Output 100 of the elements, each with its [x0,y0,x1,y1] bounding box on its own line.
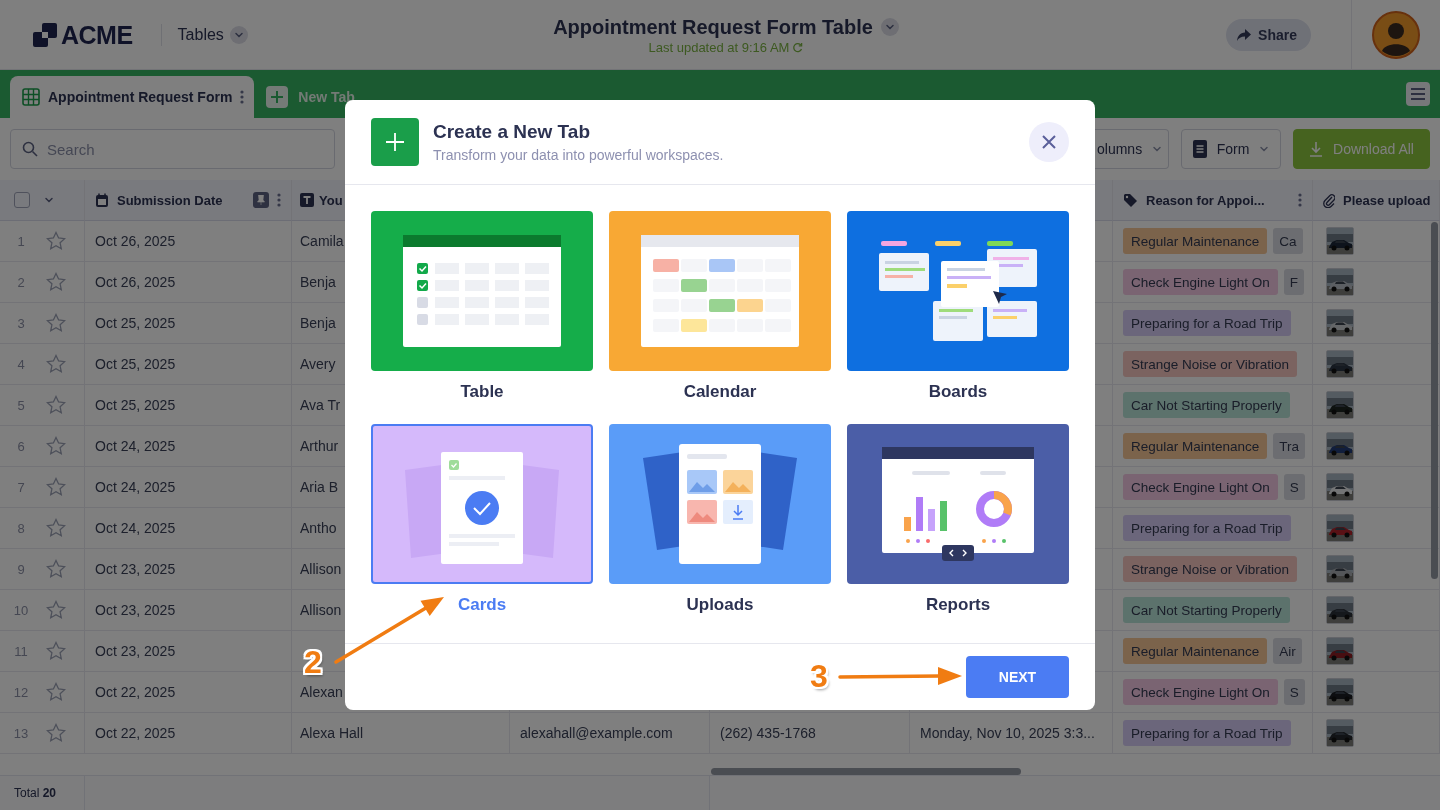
star-icon[interactable] [46,682,66,702]
share-icon [1236,28,1253,42]
section-dropdown[interactable]: Tables [177,26,248,44]
reason-tag: Check Engine Light On [1123,269,1278,295]
reason-tag: F [1283,269,1305,295]
photo-thumbnail[interactable] [1326,555,1354,583]
photo-thumbnail[interactable] [1326,432,1354,460]
calendar-icon [95,192,109,208]
photo-thumbnail[interactable] [1326,350,1354,378]
view-option-card[interactable] [371,211,593,371]
select-all-checkbox[interactable] [14,192,30,208]
last-updated: Last updated at 9:16 AM [648,39,790,55]
reason-tag: Check Engine Light On [1123,679,1278,705]
star-icon[interactable] [46,395,66,415]
photo-thumbnail[interactable] [1326,309,1354,337]
chevron-down-icon [1152,144,1163,154]
view-option-card[interactable] [847,424,1069,584]
photo-thumbnail[interactable] [1326,473,1354,501]
reason-tag: Regular Maintenance [1123,433,1268,459]
menu-icon [1411,88,1425,100]
table-cell: Oct 23, 2025 [85,590,292,631]
reason-tag: Tra [1273,433,1306,459]
table-cell: Oct 25, 2025 [85,303,292,344]
plus-icon [266,86,289,108]
column-header: Submission Date [117,192,223,208]
row-number: 8 [16,520,26,536]
photo-thumbnail[interactable] [1326,637,1354,665]
table-cell: (262) 435-1768 [710,713,910,754]
legend-dots [982,539,1006,543]
star-icon[interactable] [46,231,66,251]
scrollbar[interactable] [1431,222,1438,579]
star-icon[interactable] [46,477,66,497]
star-icon[interactable] [46,436,66,456]
photo-thumbnail[interactable] [1326,514,1354,542]
pin-icon[interactable] [253,192,269,208]
reason-tag: Car Not Starting Properly [1123,392,1290,418]
row-number: 11 [13,643,29,659]
row-number: 12 [12,684,30,700]
search-field[interactable]: Search [10,129,335,169]
star-icon[interactable] [46,600,66,620]
chevron-down-icon [233,30,244,40]
star-icon[interactable] [46,641,66,661]
download-icon [1309,141,1324,157]
star-icon[interactable] [46,723,66,743]
table-cell: Oct 24, 2025 [85,467,292,508]
photo-thumbnail[interactable] [1326,596,1354,624]
table-cell: Oct 22, 2025 [85,672,292,713]
columns-button[interactable]: olumns [1095,129,1169,169]
search-icon [22,141,38,157]
star-icon[interactable] [46,559,66,579]
reason-tag: S [1283,679,1305,705]
reason-tag: Air [1273,638,1302,664]
title-dropdown[interactable] [880,18,899,36]
photo-thumbnail[interactable] [1326,391,1354,419]
view-dropdown[interactable]: Form [1181,129,1281,169]
grid-icon [22,88,40,106]
table-cell: Oct 25, 2025 [85,344,292,385]
photo-thumbnail[interactable] [1326,719,1354,747]
reason-tag: S [1283,474,1305,500]
view-option-card[interactable] [609,424,831,584]
star-icon[interactable] [46,313,66,333]
close-icon [1041,134,1057,150]
close-button[interactable] [1029,122,1069,162]
column-header: Please upload [1343,192,1431,208]
legend-dots [906,539,930,543]
table-cell: Oct 23, 2025 [85,631,292,672]
option-label: Reports [925,594,991,616]
next-button[interactable]: NEXT [966,656,1069,698]
page-title: Appointment Request Form Table [553,15,873,39]
photo-thumbnail[interactable] [1326,227,1354,255]
row-number: 10 [12,602,30,618]
scrollbar[interactable] [711,768,1021,775]
star-icon[interactable] [46,354,66,374]
star-icon[interactable] [46,272,66,292]
photo-thumbnail[interactable] [1326,268,1354,296]
logo-icon [32,22,58,48]
more-icon [1298,193,1302,207]
paperclip-icon [1323,192,1335,208]
menu-button[interactable] [1406,82,1430,106]
donut-chart [976,491,1012,527]
row-number: 3 [16,315,26,331]
reason-tag: Ca [1273,228,1303,254]
chart-bar [904,517,911,531]
photo-thumbnail[interactable] [1326,678,1354,706]
view-option-card[interactable] [847,211,1069,371]
row-number: 2 [16,274,26,290]
share-button[interactable]: Share [1226,19,1311,51]
chart-bar [940,501,947,531]
plus-icon [371,118,419,166]
option-label: Boards [928,381,988,403]
tab[interactable]: Appointment Request Form [10,76,255,118]
reason-tag: Car Not Starting Properly [1123,597,1290,623]
row-number: 5 [16,397,26,413]
row-number: 13 [12,725,30,741]
text-type-icon [300,193,314,207]
step-number: 3 [810,658,828,694]
more-icon [240,90,245,104]
star-icon[interactable] [46,518,66,538]
row-number: 1 [16,233,26,249]
reason-tag: Regular Maintenance [1123,228,1268,254]
